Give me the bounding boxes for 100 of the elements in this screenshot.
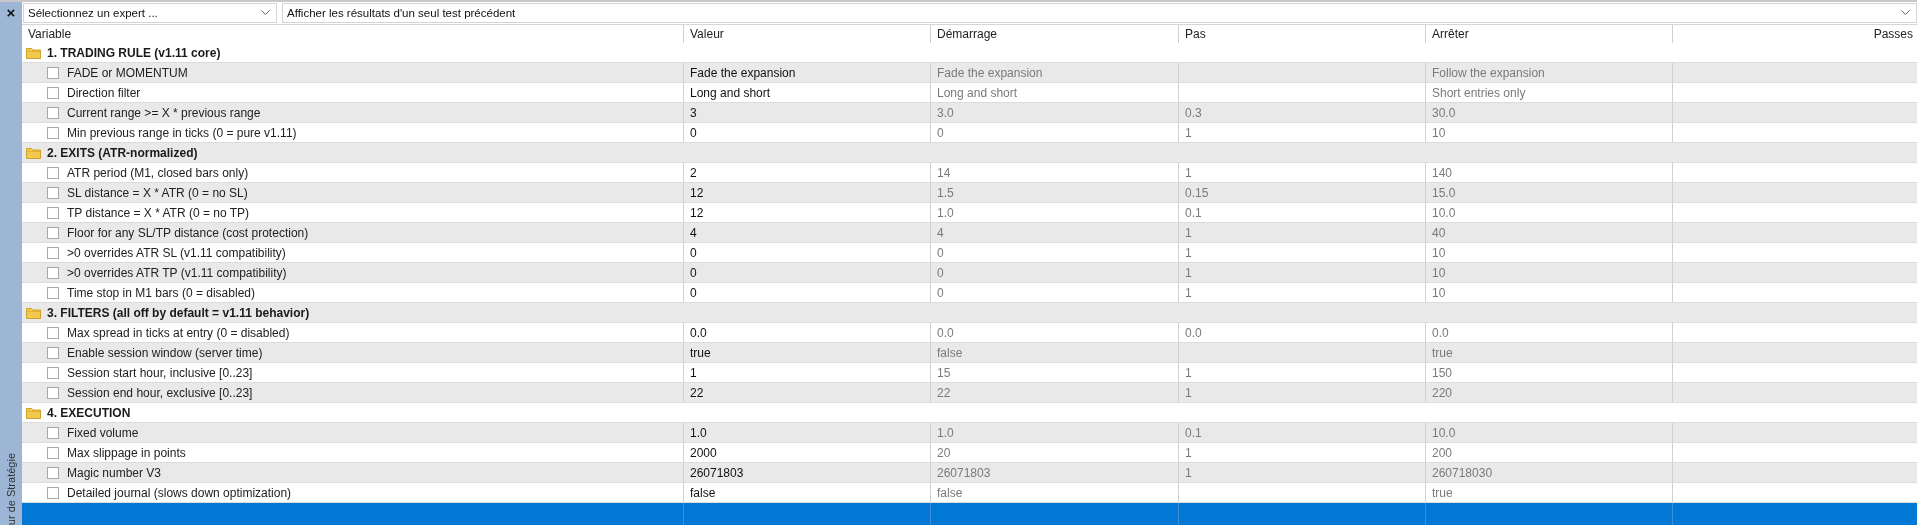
table-cell: 12	[690, 205, 704, 220]
parameter-name: Direction filter	[67, 85, 141, 100]
checkbox[interactable]	[47, 486, 59, 499]
table-cell: 0.0	[1432, 325, 1449, 340]
checkbox[interactable]	[47, 66, 59, 79]
folder-icon	[26, 406, 41, 419]
table-cell: 4	[690, 225, 697, 240]
parameter-name: Min previous range in ticks (0 = pure v1.11)	[67, 125, 297, 140]
table-cell: 10.0	[1432, 425, 1456, 440]
checkbox[interactable]	[47, 206, 59, 219]
table-cell: true	[1432, 485, 1453, 500]
table-cell: Fade the expansion	[937, 65, 1043, 80]
checkbox[interactable]	[47, 346, 59, 359]
table-cell: 200	[1432, 445, 1453, 460]
parameter-name: Session start hour, inclusive [0..23]	[67, 365, 253, 380]
table-cell: 20	[937, 445, 951, 460]
group-title: 2. EXITS (ATR-normalized)	[47, 145, 198, 160]
checkbox[interactable]	[47, 466, 59, 479]
table-cell: 12	[690, 185, 704, 200]
parameter-name: Floor for any SL/TP distance (cost protection)	[67, 225, 309, 240]
checkbox[interactable]	[47, 126, 59, 139]
checkbox[interactable]	[47, 426, 59, 439]
table-cell: 150	[1432, 365, 1453, 380]
checkbox[interactable]	[47, 326, 59, 339]
table-cell: 1	[1185, 285, 1192, 300]
table-cell: 1.0	[690, 425, 707, 440]
results-dropdown[interactable]: Afficher les résultats d'un seul test précédent	[282, 3, 1917, 23]
table-cell: 1	[1185, 465, 1192, 480]
checkbox[interactable]	[47, 106, 59, 119]
table-cell: true	[690, 345, 711, 360]
table-cell: 0	[937, 285, 944, 300]
table-cell: 0.0	[690, 325, 707, 340]
table-cell: 1.0	[937, 425, 954, 440]
checkbox[interactable]	[47, 226, 59, 239]
parameter-row[interactable]: Current range >= X * previous range 3 3.0 0.3 30.0	[22, 103, 1917, 123]
table-cell: 22	[937, 385, 951, 400]
table-cell: 140	[1432, 165, 1453, 180]
table-cell: 0	[937, 125, 944, 140]
group-row[interactable]: 2. EXITS (ATR-normalized)	[22, 143, 1917, 163]
parameter-row[interactable]: Enable session window (server time) true false true	[22, 343, 1917, 363]
column-header[interactable]: Variable	[22, 25, 683, 43]
parameter-name: Detailed journal (slows down optimization)	[67, 485, 292, 500]
group-row[interactable]: 3. FILTERS (all off by default = v1.11 behavior)	[22, 303, 1917, 323]
checkbox[interactable]	[47, 186, 59, 199]
column-header[interactable]: Démarrage	[930, 25, 1178, 43]
parameter-row[interactable]: FADE or MOMENTUM Fade the expansion Fade the expansion Follow the expansion	[22, 63, 1917, 83]
group-title: 4. EXECUTION	[47, 405, 131, 420]
table-cell: 1	[1185, 385, 1192, 400]
parameter-name: Enable session window (server time)	[67, 345, 263, 360]
table-cell: 40	[1432, 225, 1446, 240]
checkbox[interactable]	[47, 266, 59, 279]
table-cell: 30.0	[1432, 105, 1456, 120]
table-cell: Short entries only	[1432, 85, 1526, 100]
table-cell: 220	[1432, 385, 1453, 400]
checkbox[interactable]	[47, 386, 59, 399]
parameter-row[interactable]: SL distance = X * ATR (0 = no SL) 12 1.5 0.15 15.0	[22, 183, 1917, 203]
parameter-row[interactable]: Floor for any SL/TP distance (cost protection) 4 4 1 40	[22, 223, 1917, 243]
column-header[interactable]: Arrêter	[1425, 25, 1672, 43]
parameter-name: Current range >= X * previous range	[67, 105, 261, 120]
parameter-row[interactable]: Fixed volume 1.0 1.0 0.1 10.0	[22, 423, 1917, 443]
table-cell: 4	[937, 225, 944, 240]
table-cell: Long and short	[937, 85, 1018, 100]
table-cell: false	[937, 345, 963, 360]
table-cell: 10	[1432, 245, 1446, 260]
table-cell: false	[690, 485, 716, 500]
checkbox[interactable]	[47, 286, 59, 299]
checkbox[interactable]	[47, 366, 59, 379]
checkbox[interactable]	[47, 166, 59, 179]
checkbox[interactable]	[47, 246, 59, 259]
table-cell: 2	[690, 165, 697, 180]
table-cell: Fade the expansion	[690, 65, 796, 80]
parameter-name: Max slippage in points	[67, 445, 186, 460]
table-cell: 10.0	[1432, 205, 1456, 220]
checkbox[interactable]	[47, 446, 59, 459]
table-cell: 15	[937, 365, 951, 380]
folder-icon	[26, 306, 41, 319]
group-title: 3. FILTERS (all off by default = v1.11 behavior)	[47, 305, 310, 320]
column-header[interactable]: Passes	[1672, 25, 1917, 43]
table-cell: 10	[1432, 265, 1446, 280]
table-cell: 0	[690, 125, 697, 140]
chevron-down-icon	[261, 10, 270, 16]
table-cell: 1	[1185, 445, 1192, 460]
table-cell: 0.0	[1185, 325, 1202, 340]
table-cell: 1	[1185, 165, 1192, 180]
parameter-name: >0 overrides ATR SL (v1.11 compatibility)	[67, 245, 286, 260]
column-header[interactable]: Valeur	[683, 25, 930, 43]
table-cell: 10	[1432, 285, 1446, 300]
table-cell: 0.15	[1185, 185, 1209, 200]
table-cell: false	[937, 485, 963, 500]
column-header[interactable]: Pas	[1178, 25, 1425, 43]
expert-dropdown[interactable]: Sélectionnez un expert ...	[23, 3, 277, 23]
parameter-name: ATR period (M1, closed bars only)	[67, 165, 249, 180]
parameter-row[interactable]: >0 overrides ATR TP (v1.11 compatibility) 0 0 1 10	[22, 263, 1917, 283]
checkbox[interactable]	[47, 86, 59, 99]
table-cell: 0	[690, 245, 697, 260]
parameter-row[interactable]: Session end hour, exclusive [0..23] 22 22 1 220	[22, 383, 1917, 403]
table-cell: Follow the expansion	[1432, 65, 1545, 80]
parameter-row[interactable]: Magic number V3 26071803 26071803 1 260718030	[22, 463, 1917, 483]
parameter-name: TP distance = X * ATR (0 = no TP)	[67, 205, 250, 220]
close-button[interactable]: ×	[6, 4, 16, 22]
